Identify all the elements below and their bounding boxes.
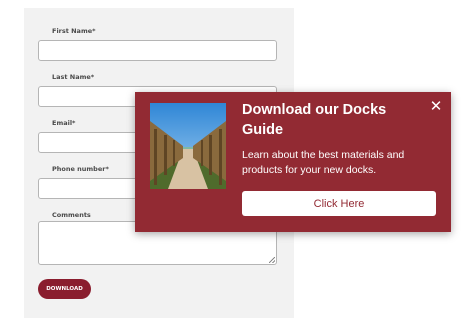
first-name-label: First Name* xyxy=(52,27,96,35)
first-name-field[interactable] xyxy=(38,40,277,61)
download-button[interactable]: DOWNLOAD xyxy=(38,279,91,299)
boardwalk-illustration xyxy=(150,103,226,189)
comments-label: Comments xyxy=(52,211,91,219)
popup-title-line1: Download our Docks xyxy=(242,102,387,118)
guide-popup: Download our Docks Guide Learn about the… xyxy=(135,92,451,232)
click-here-button[interactable]: Click Here xyxy=(242,191,436,216)
popup-title: Download our Docks Guide xyxy=(242,100,432,140)
popup-description: Learn about the best materials and produ… xyxy=(242,148,428,178)
popup-description-line2: products for your new docks. xyxy=(242,164,377,176)
boardwalk-photo xyxy=(150,103,226,189)
popup-title-line2: Guide xyxy=(242,122,284,138)
resize-grip-icon[interactable] xyxy=(269,257,275,263)
popup-description-line1: Learn about the best materials and xyxy=(242,149,405,161)
email-label: Email* xyxy=(52,119,76,127)
last-name-label: Last Name* xyxy=(52,73,95,81)
phone-label: Phone number* xyxy=(52,165,109,173)
close-icon[interactable]: ✕ xyxy=(428,99,444,115)
